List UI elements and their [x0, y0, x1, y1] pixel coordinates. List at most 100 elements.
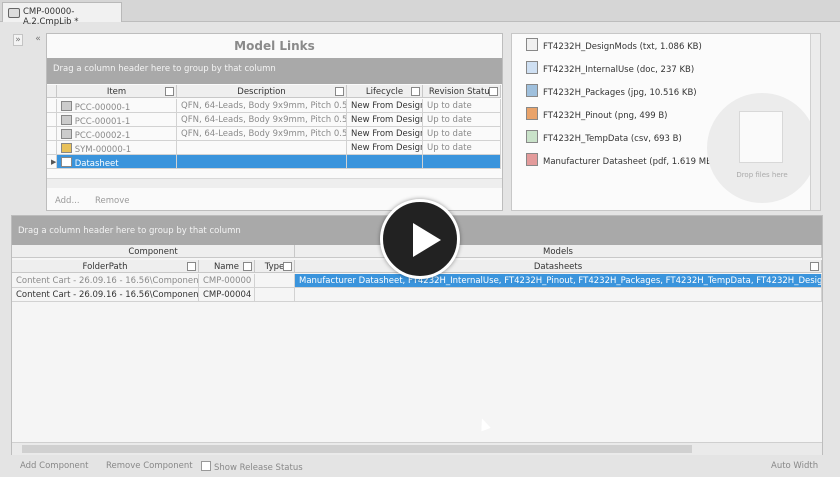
document-tab-bar: CMP-00000-A.2.CmpLib * [0, 0, 840, 27]
table-row-revision[interactable]: Up to date [423, 99, 501, 113]
footprint-icon [61, 129, 72, 139]
column-header-description-label: Description [237, 87, 286, 97]
list-item-file[interactable]: FT4232H_InternalUse (doc, 237 KB) [526, 61, 806, 75]
item-id: Datasheet [74, 159, 119, 169]
item-id: PCC-00000-1 [74, 103, 131, 113]
filter-icon[interactable] [810, 262, 819, 271]
components-hscroll[interactable] [12, 442, 822, 455]
table-row-lifecycle[interactable] [347, 155, 423, 169]
table-row-lifecycle[interactable]: New From Design [347, 127, 423, 141]
table-row-description[interactable]: QFN, 64-Leads, Body 9x9mm, Pitch 0.5m... [177, 99, 347, 113]
csv-file-icon [526, 130, 538, 143]
model-links-title: Model Links [234, 39, 315, 53]
column-header-lifecycle-label: Lifecycle [365, 87, 404, 97]
show-release-status-label: Show Release Status [214, 463, 303, 473]
model-links-vscroll[interactable] [491, 85, 501, 178]
datasheets-vscroll[interactable] [810, 34, 820, 210]
table-row-description[interactable]: QFN, 64-Leads, Body 9x9mm, Pitch 0.5m... [177, 127, 347, 141]
document-tab[interactable]: CMP-00000-A.2.CmpLib * [2, 2, 122, 27]
table-row-item[interactable]: PCC-00002-1 [57, 127, 177, 141]
table-row-item[interactable]: PCC-00001-1 [57, 113, 177, 127]
table-row-name[interactable]: CMP-00000 [199, 274, 255, 288]
drop-files-zone[interactable]: Drop files here [707, 93, 817, 203]
row-indicator-header [47, 85, 57, 98]
column-header-type[interactable]: Type [255, 260, 295, 273]
collapse-inner-button[interactable]: « [33, 34, 43, 46]
word-file-icon [526, 61, 538, 74]
model-links-group-bar[interactable]: Drag a column header here to group by th… [47, 58, 502, 84]
column-header-datasheets-label: Datasheets [533, 262, 583, 272]
column-header-description[interactable]: Description [177, 85, 347, 98]
file-label: Manufacturer Datasheet (pdf, 1.619 MB) [543, 157, 716, 167]
table-row-item[interactable]: PCC-00000-1 [57, 99, 177, 113]
add-component-button[interactable]: Add Component [20, 461, 89, 471]
filter-icon[interactable] [165, 87, 174, 96]
column-header-folderpath-label: FolderPath [82, 262, 128, 272]
footprint-icon [61, 115, 72, 125]
column-header-item[interactable]: Item [57, 85, 177, 98]
table-row-datasheets[interactable] [295, 288, 822, 302]
model-links-hscroll[interactable] [47, 178, 502, 188]
filter-icon[interactable] [335, 87, 344, 96]
band-header-component: Component [12, 245, 295, 258]
column-header-folderpath[interactable]: FolderPath [12, 260, 199, 273]
expand-outer-icon: » [15, 35, 21, 45]
table-row-description[interactable] [177, 141, 347, 155]
table-row-description[interactable] [177, 155, 347, 169]
row-indicator[interactable] [47, 113, 57, 127]
text-file-icon [526, 38, 538, 51]
file-label: FT4232H_Packages (jpg, 10.516 KB) [543, 88, 697, 98]
auto-width-button[interactable]: Auto Width [771, 461, 818, 471]
document-tab-title: CMP-00000-A.2.CmpLib * [23, 7, 79, 27]
row-indicator[interactable] [47, 141, 57, 155]
documents-icon [739, 111, 783, 163]
model-links-panel: Model Links Drag a column header here to… [46, 33, 503, 211]
footer-toolbar: Add Component Remove Component Show Rele… [0, 456, 840, 477]
table-row-item-selected[interactable]: Datasheet [57, 155, 177, 169]
datasheets-panel: FT4232H_DesignMods (txt, 1.086 KB) FT423… [511, 33, 821, 211]
column-header-datasheets[interactable]: Datasheets [295, 260, 822, 273]
footprint-icon [61, 101, 72, 111]
remove-model-button[interactable]: Remove [95, 196, 130, 206]
column-header-name[interactable]: Name [199, 260, 255, 273]
column-header-revision-status[interactable]: Revision Status [423, 85, 501, 98]
add-model-button[interactable]: Add... [55, 196, 80, 206]
column-header-lifecycle[interactable]: Lifecycle [347, 85, 423, 98]
filter-icon[interactable] [283, 262, 292, 271]
video-play-button[interactable] [380, 199, 460, 279]
current-row-indicator[interactable]: ▶ [47, 155, 57, 169]
list-item-file[interactable]: FT4232H_DesignMods (txt, 1.086 KB) [526, 38, 806, 52]
row-indicator[interactable] [47, 127, 57, 141]
filter-icon[interactable] [411, 87, 420, 96]
component-library-icon [8, 8, 20, 18]
remove-component-button[interactable]: Remove Component [106, 461, 193, 471]
column-header-name-label: Name [213, 262, 240, 272]
table-row-lifecycle[interactable]: New From Design [347, 113, 423, 127]
table-row-type[interactable] [255, 288, 295, 302]
table-row-item[interactable]: SYM-00000-1 [57, 141, 177, 155]
table-row-lifecycle[interactable]: New From Design [347, 141, 423, 155]
item-id: SYM-00000-1 [74, 145, 132, 155]
expand-outer-button[interactable]: » [13, 34, 23, 46]
table-row-revision[interactable]: Up to date [423, 127, 501, 141]
item-id: PCC-00001-1 [74, 117, 131, 127]
table-row-revision[interactable]: Up to date [423, 141, 501, 155]
checkbox[interactable] [201, 461, 211, 471]
table-row-lifecycle[interactable]: New From Design [347, 99, 423, 113]
table-row-folderpath[interactable]: Content Cart - 26.09.16 - 16.56\Componen… [12, 274, 199, 288]
table-row-revision[interactable]: Up to date [423, 113, 501, 127]
show-release-status-toggle[interactable]: Show Release Status [201, 461, 303, 473]
table-row-folderpath[interactable]: Content Cart - 26.09.16 - 16.56\Componen… [12, 288, 199, 302]
row-indicator[interactable] [47, 99, 57, 113]
table-row-revision[interactable] [423, 155, 501, 169]
table-row-name[interactable]: CMP-00004 [199, 288, 255, 302]
scroll-thumb[interactable] [22, 445, 692, 453]
file-label: FT4232H_TempData (csv, 693 B) [543, 134, 682, 144]
filter-icon[interactable] [243, 262, 252, 271]
filter-icon[interactable] [187, 262, 196, 271]
table-row-datasheets-selected[interactable]: Manufacturer Datasheet, FT4232H_Internal… [295, 274, 822, 288]
symbol-icon [61, 143, 72, 153]
table-row-description[interactable]: QFN, 64-Leads, Body 9x9mm, Pitch 0.5m... [177, 113, 347, 127]
png-file-icon [526, 107, 538, 120]
table-row-type[interactable] [255, 274, 295, 288]
